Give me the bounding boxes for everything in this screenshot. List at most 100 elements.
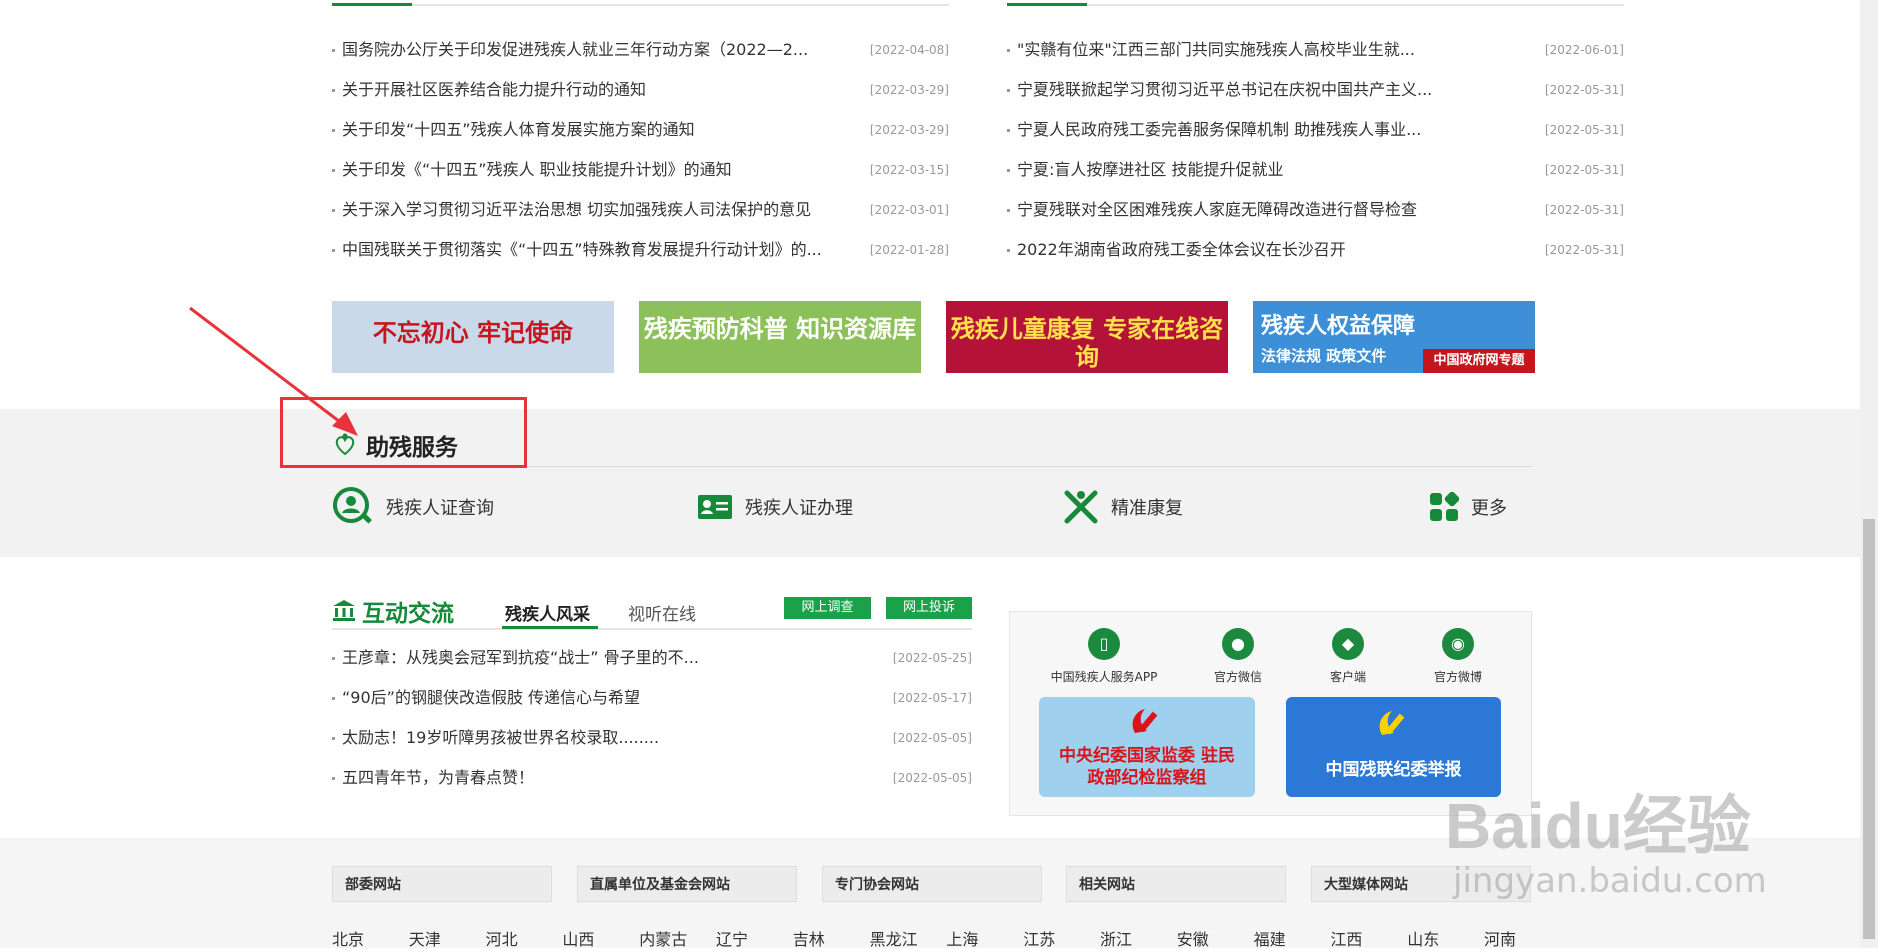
news-item[interactable]: 太励志！19岁听障男孩被世界名校录取........ [2022-05-05] xyxy=(332,718,972,758)
news-title[interactable]: 关于印发《“十四五”残疾人 职业技能提升计划》的通知 xyxy=(342,150,732,190)
news-item[interactable]: 2022年湖南省政府残工委全体会议在长沙召开 [2022-05-31] xyxy=(1007,230,1624,270)
news-title[interactable]: 国务院办公厅关于印发促进残疾人就业三年行动方案（2022—2... xyxy=(342,30,808,70)
province-link[interactable]: 山西 xyxy=(562,926,594,950)
complaint-button[interactable]: 网上投诉 xyxy=(886,597,972,619)
news-title[interactable]: 五四青年节，为青春点赞！ xyxy=(342,758,534,798)
client-link[interactable]: ◆ 客户端 xyxy=(1288,628,1408,685)
bullet-dot xyxy=(1007,89,1010,92)
banner-4[interactable]: 残疾人权益保障 法律法规 政策文件 中国政府网专题 xyxy=(1253,301,1535,373)
footer-link-related[interactable]: 相关网站 xyxy=(1066,866,1286,902)
bullet-dot xyxy=(1007,49,1010,52)
service-certificate-query[interactable]: 残疾人证查询 xyxy=(332,486,494,528)
news-item[interactable]: 关于印发《“十四五”残疾人 职业技能提升计划》的通知 [2022-03-15] xyxy=(332,150,949,190)
bullet-dot xyxy=(332,249,335,252)
service-label: 残疾人证办理 xyxy=(745,498,853,519)
bullet-dot xyxy=(332,657,335,660)
province-link[interactable]: 内蒙古 xyxy=(639,926,687,950)
news-date: [2022-03-01] xyxy=(869,203,949,217)
province-link[interactable]: 吉林 xyxy=(793,926,825,950)
bullet-dot xyxy=(332,777,335,780)
news-item[interactable]: 王彦章：从残奥会冠军到抗疫“战士” 骨子里的不... [2022-05-25] xyxy=(332,638,972,678)
news-date: [2022-03-29] xyxy=(869,123,949,137)
province-link[interactable]: 黑龙江 xyxy=(870,926,918,950)
bullet-dot xyxy=(332,169,335,172)
report-ccdi-text: 中央纪委国家监委 驻民政部纪检监察组 xyxy=(1059,746,1235,788)
news-title[interactable]: 关于印发“十四五”残疾人体育发展实施方案的通知 xyxy=(342,110,695,150)
wechat-link[interactable]: ● 官方微信 xyxy=(1178,628,1298,685)
province-link[interactable]: 浙江 xyxy=(1100,926,1132,950)
survey-button[interactable]: 网上调查 xyxy=(784,597,871,619)
news-item[interactable]: 宁夏残联掀起学习贯彻习近平总书记在庆祝中国共产主义... [2022-05-31] xyxy=(1007,70,1624,110)
tab-fengcai[interactable]: 残疾人风采 xyxy=(505,600,590,625)
service-certificate-apply[interactable]: 残疾人证办理 xyxy=(697,486,853,528)
province-link[interactable]: 江苏 xyxy=(1023,926,1055,950)
news-item[interactable]: "实赣有位来"江西三部门共同实施残疾人高校毕业生就... [2022-06-01] xyxy=(1007,30,1624,70)
service-label: 更多 xyxy=(1471,498,1507,519)
tab-shiting[interactable]: 视听在线 xyxy=(628,600,696,625)
news-title[interactable]: 王彦章：从残奥会冠军到抗疫“战士” 骨子里的不... xyxy=(342,638,699,678)
footer-link-associations[interactable]: 专门协会网站 xyxy=(822,866,1042,902)
weibo-link[interactable]: ◉ 官方微博 xyxy=(1398,628,1518,685)
news-title[interactable]: 宁夏人民政府残工委完善服务保障机制 助推残疾人事业... xyxy=(1017,110,1421,150)
news-title[interactable]: 中国残联关于贯彻落实《“十四五”特殊教育发展提升行动计划》的... xyxy=(342,230,822,270)
wechat-icon: ● xyxy=(1222,628,1254,660)
report-ccdi-link[interactable]: 中央纪委国家监委 驻民政部纪检监察组 xyxy=(1039,697,1255,797)
banner-3[interactable]: 残疾儿童康复 专家在线咨询 xyxy=(946,301,1228,373)
news-title[interactable]: 宁夏残联掀起学习贯彻习近平总书记在庆祝中国共产主义... xyxy=(1017,70,1432,110)
service-rehabilitation[interactable]: 精准康复 xyxy=(1063,486,1183,528)
weibo-icon: ◉ xyxy=(1442,628,1474,660)
news-title[interactable]: “90后”的钢腿侠改造假肢 传递信心与希望 xyxy=(342,678,640,718)
province-link[interactable]: 上海 xyxy=(946,926,978,950)
province-link[interactable]: 山东 xyxy=(1407,926,1439,950)
province-link[interactable]: 安徽 xyxy=(1177,926,1209,950)
app-label: 官方微信 xyxy=(1213,670,1262,684)
news-title[interactable]: 2022年湖南省政府残工委全体会议在长沙召开 xyxy=(1017,230,1346,270)
annotation-highlight-box xyxy=(280,397,527,468)
news-title[interactable]: 宁夏残联对全区困难残疾人家庭无障碍改造进行督导检查 xyxy=(1017,190,1417,230)
phone-icon: ▯ xyxy=(1088,628,1120,660)
bullet-dot xyxy=(1007,169,1010,172)
province-link[interactable]: 福建 xyxy=(1254,926,1286,950)
scrollbar-thumb[interactable] xyxy=(1863,519,1875,939)
app-download[interactable]: ▯ 中国残疾人服务APP xyxy=(1044,628,1164,685)
province-link[interactable]: 河南 xyxy=(1484,926,1516,950)
news-title[interactable]: 关于深入学习贯彻习近平法治思想 切实加强残疾人司法保护的意见 xyxy=(342,190,811,230)
news-date: [2022-05-31] xyxy=(1544,163,1624,177)
news-title[interactable]: 太励志！19岁听障男孩被世界名校录取........ xyxy=(342,718,659,758)
news-date: [2022-05-31] xyxy=(1544,243,1624,257)
service-more[interactable]: 更多 xyxy=(1429,486,1507,528)
vertical-scrollbar[interactable] xyxy=(1860,0,1878,948)
banner-tag: 中国政府网专题 xyxy=(1423,349,1535,373)
province-link[interactable]: 辽宁 xyxy=(716,926,748,950)
footer-link-affiliates[interactable]: 直属单位及基金会网站 xyxy=(577,866,797,902)
local-news-list: "实赣有位来"江西三部门共同实施残疾人高校毕业生就... [2022-06-01]… xyxy=(1007,30,1624,270)
news-item[interactable]: 宁夏人民政府残工委完善服务保障机制 助推残疾人事业... [2022-05-31] xyxy=(1007,110,1624,150)
news-date: [2022-05-17] xyxy=(892,691,972,705)
province-link[interactable]: 北京 xyxy=(332,926,364,950)
news-item[interactable]: 关于深入学习贯彻习近平法治思想 切实加强残疾人司法保护的意见 [2022-03-0… xyxy=(332,190,949,230)
news-item[interactable]: 国务院办公厅关于印发促进残疾人就业三年行动方案（2022—2... [2022-0… xyxy=(332,30,949,70)
banner-2[interactable]: 残疾预防科普 知识资源库 xyxy=(639,301,921,373)
province-link[interactable]: 天津 xyxy=(409,926,441,950)
news-item[interactable]: 关于开展社区医养结合能力提升行动的通知 [2022-03-29] xyxy=(332,70,949,110)
news-title[interactable]: "实赣有位来"江西三部门共同实施残疾人高校毕业生就... xyxy=(1017,30,1415,70)
news-item[interactable]: 宁夏残联对全区困难残疾人家庭无障碍改造进行督导检查 [2022-05-31] xyxy=(1007,190,1624,230)
news-date: [2022-05-05] xyxy=(892,771,972,785)
province-link[interactable]: 河北 xyxy=(486,926,518,950)
news-item[interactable]: 宁夏:盲人按摩进社区 技能提升促就业 [2022-05-31] xyxy=(1007,150,1624,190)
news-title[interactable]: 关于开展社区医养结合能力提升行动的通知 xyxy=(342,70,646,110)
baidu-watermark: Baidu经验 jingyan.baidu.com xyxy=(1445,790,1767,901)
news-date: [2022-06-01] xyxy=(1544,43,1624,57)
news-item[interactable]: 五四青年节，为青春点赞！ [2022-05-05] xyxy=(332,758,972,798)
news-item[interactable]: “90后”的钢腿侠改造假肢 传递信心与希望 [2022-05-17] xyxy=(332,678,972,718)
news-date: [2022-01-28] xyxy=(869,243,949,257)
interaction-header: 互动交流 残疾人风采 视听在线 xyxy=(332,592,972,630)
province-link[interactable]: 江西 xyxy=(1330,926,1362,950)
news-item[interactable]: 中国残联关于贯彻落实《“十四五”特殊教育发展提升行动计划》的... [2022-0… xyxy=(332,230,949,270)
news-item[interactable]: 关于印发“十四五”残疾人体育发展实施方案的通知 [2022-03-29] xyxy=(332,110,949,150)
bullet-dot xyxy=(332,697,335,700)
footer-link-ministries[interactable]: 部委网站 xyxy=(332,866,552,902)
policy-section-header xyxy=(332,0,949,6)
news-title[interactable]: 宁夏:盲人按摩进社区 技能提升促就业 xyxy=(1017,150,1283,190)
news-date: [2022-05-31] xyxy=(1544,83,1624,97)
